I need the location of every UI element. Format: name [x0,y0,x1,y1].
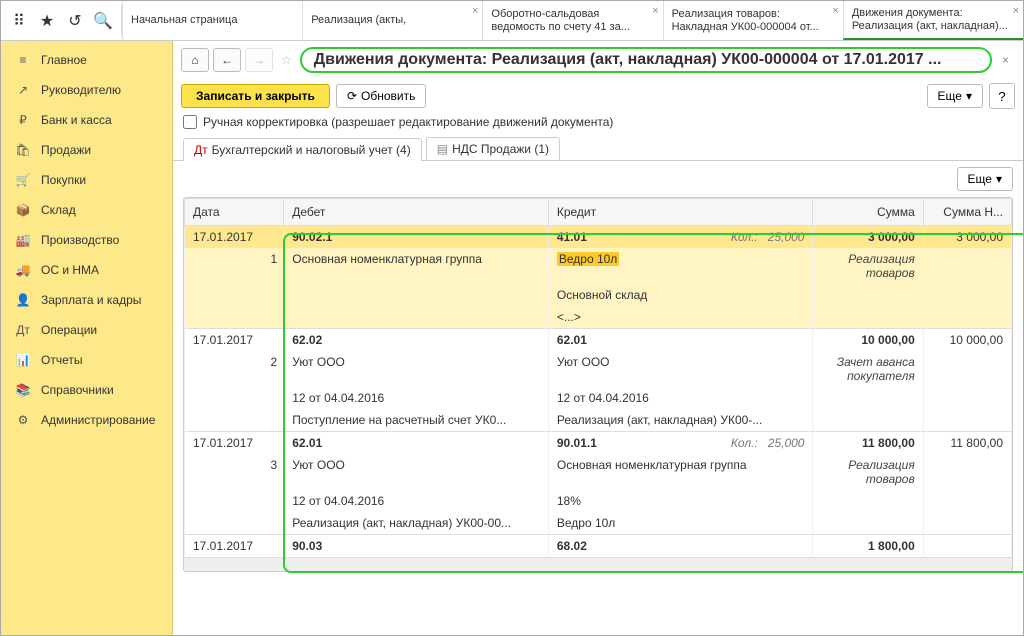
tab-close-icon[interactable]: × [832,5,838,18]
sidebar-label: Склад [41,203,76,217]
save-and-close-button[interactable]: Записать и закрыть [181,84,330,108]
sidebar-item[interactable]: 📊 Отчеты [1,345,172,375]
sidebar-icon: 📚 [15,383,31,397]
subtab[interactable]: ▤ НДС Продажи (1) [426,137,560,160]
chevron-down-icon: ▾ [996,172,1002,186]
table-row[interactable]: 12 от 04.04.201618% [185,490,1012,512]
sidebar-icon: 👤 [15,293,31,307]
sidebar-item[interactable]: 🚚 ОС и НМА [1,255,172,285]
back-button[interactable]: ← [213,48,241,72]
table-row[interactable]: <...> [185,306,1012,329]
doc-icon: ▤ [437,142,448,156]
sidebar-label: Главное [41,53,87,67]
sidebar-item[interactable]: ₽ Банк и касса [1,105,172,135]
table-row[interactable]: Поступление на расчетный счет УК0...Реал… [185,409,1012,432]
sidebar-item[interactable]: 📚 Справочники [1,375,172,405]
search-icon[interactable]: 🔍 [89,7,117,35]
sidebar-label: Покупки [41,173,86,187]
sidebar-item[interactable]: Дт Операции [1,315,172,345]
help-button[interactable]: ? [989,83,1015,109]
col-debit[interactable]: Дебет [284,199,549,226]
sidebar-icon: 📊 [15,353,31,367]
refresh-button[interactable]: ⟳Обновить [336,84,426,108]
sidebar-icon: Дт [15,323,31,337]
subtabs: Дт Бухгалтерский и налоговый учет (4)▤ Н… [173,137,1023,161]
apps-icon[interactable]: ⠿ [5,7,33,35]
table-row[interactable]: 17.01.201762.0262.0110 000,0010 000,00 [185,329,1012,352]
table-row[interactable]: Реализация (акт, накладная) УК00-00...Ве… [185,512,1012,535]
star-icon[interactable]: ★ [33,7,61,35]
sidebar-label: Зарплата и кадры [41,293,141,307]
sidebar-item[interactable]: 🛍 Продажи [1,135,172,165]
col-sum[interactable]: Сумма [813,199,923,226]
top-tab[interactable]: Движения документа: Реализация (акт, нак… [843,1,1023,40]
sidebar-label: Администрирование [41,413,155,427]
history-icon[interactable]: ↺ [61,7,89,35]
top-tab-bar: ⠿ ★ ↺ 🔍 Начальная страницаРеализация (ак… [1,1,1023,41]
sidebar-label: Справочники [41,383,114,397]
sidebar-item[interactable]: 🏭 Производство [1,225,172,255]
table-row[interactable]: 12 от 04.04.201612 от 04.04.2016 [185,387,1012,409]
manual-edit-label: Ручная корректировка (разрешает редактир… [203,115,613,129]
sidebar-label: Продажи [41,143,91,157]
top-tab[interactable]: Реализация товаров: Накладная УК00-00000… [663,1,843,40]
top-tab[interactable]: Начальная страница [122,1,302,40]
table-row[interactable]: 1Основная номенклатурная группаВедро 10л… [185,248,1012,284]
sidebar-icon: 📦 [15,203,31,217]
sidebar-item[interactable]: 📦 Склад [1,195,172,225]
page-title: Движения документа: Реализация (акт, нак… [300,47,992,73]
sidebar-label: Руководителю [41,83,121,97]
tab-close-icon[interactable]: × [472,5,478,18]
sidebar-label: Производство [41,233,119,247]
table-row[interactable]: 2Уют ОООУют ОООЗачет аванса покупателя [185,351,1012,387]
table-row[interactable]: 17.01.201790.0368.021 800,00 [185,535,1012,558]
sidebar-item[interactable]: ↗ Руководителю [1,75,172,105]
sidebar-icon: ₽ [15,113,31,127]
top-tab[interactable]: Оборотно-сальдовая ведомость по счету 41… [482,1,662,40]
more-button[interactable]: Еще ▾ [927,84,983,108]
sidebar-icon: 🏭 [15,233,31,247]
close-icon[interactable]: × [996,53,1015,67]
favorite-star-icon[interactable]: ☆ [277,53,296,67]
sidebar: ≡ Главное ↗ Руководителю ₽ Банк и касса 🛍 Прода… [1,41,173,635]
sidebar-icon: ≡ [15,53,31,67]
manual-edit-checkbox[interactable] [183,115,197,129]
forward-button[interactable]: → [245,48,273,72]
table-row[interactable]: 17.01.201762.0190.01.1Кол.: 25,00011 800… [185,432,1012,455]
top-tab[interactable]: Реализация (акты,× [302,1,482,40]
col-date[interactable]: Дата [185,199,284,226]
sidebar-icon: 🛒 [15,173,31,187]
col-sumn[interactable]: Сумма Н... [923,199,1011,226]
subtab[interactable]: Дт Бухгалтерский и налоговый учет (4) [183,138,422,161]
tab-close-icon[interactable]: × [1013,5,1019,18]
ledger-icon: Дт [194,143,208,157]
sidebar-icon: 🛍 [15,143,31,157]
table-row[interactable]: 17.01.201790.02.141.01Кол.: 25,0003 000,… [185,226,1012,249]
home-button[interactable]: ⌂ [181,48,209,72]
sidebar-icon: 🚚 [15,263,31,277]
grid-more-button[interactable]: Еще ▾ [957,167,1013,191]
tab-close-icon[interactable]: × [652,5,658,18]
sidebar-icon: ↗ [15,83,31,97]
sidebar-item[interactable]: 👤 Зарплата и кадры [1,285,172,315]
refresh-icon: ⟳ [347,89,357,103]
horizontal-scrollbar[interactable] [184,557,1012,571]
sidebar-item[interactable]: 🛒 Покупки [1,165,172,195]
sidebar-item[interactable]: ⚙ Администрирование [1,405,172,435]
sidebar-label: Отчеты [41,353,82,367]
sidebar-item[interactable]: ≡ Главное [1,45,172,75]
table-row[interactable]: 3Уют ООООсновная номенклатурная группаРе… [185,454,1012,490]
sidebar-icon: ⚙ [15,413,31,427]
sidebar-label: Банк и касса [41,113,112,127]
col-credit[interactable]: Кредит [548,199,813,226]
sidebar-label: ОС и НМА [41,263,99,277]
chevron-down-icon: ▾ [966,89,972,103]
table-row[interactable]: Основной склад [185,284,1012,306]
grid[interactable]: Дата Дебет Кредит Сумма Сумма Н... 17.01… [173,197,1023,635]
sidebar-label: Операции [41,323,97,337]
